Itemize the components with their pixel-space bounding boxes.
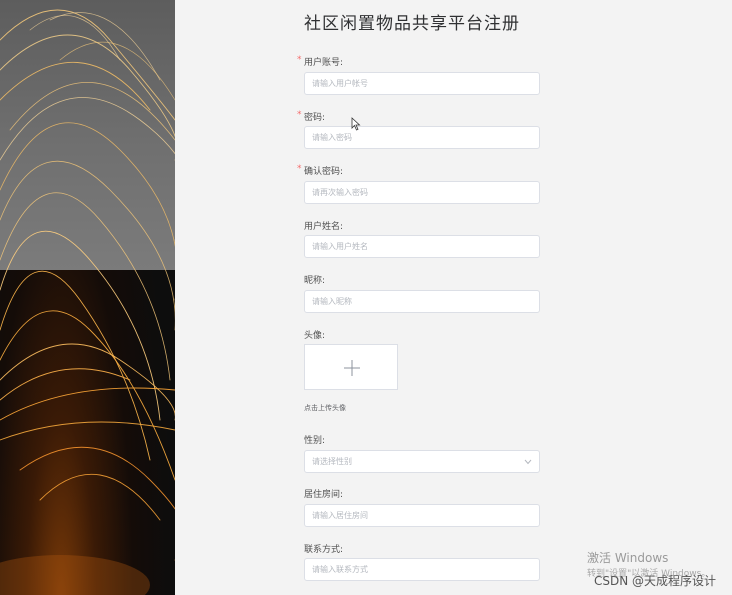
confirm-password-input[interactable]: 请再次输入密码 [304, 181, 540, 204]
page-title: 社区闲置物品共享平台注册 [304, 14, 520, 34]
background-photo-sparks [0, 0, 175, 595]
avatar-upload-button[interactable] [304, 344, 398, 390]
required-mark: * [297, 164, 302, 174]
password-label: 密码: [304, 113, 326, 123]
contact-input[interactable]: 请输入联系方式 [304, 558, 540, 581]
room-label: 居住房间: [304, 490, 344, 500]
chevron-down-icon [524, 459, 532, 465]
room-placeholder: 请输入居住房间 [312, 511, 368, 520]
account-input[interactable]: 请输入用户帐号 [304, 72, 540, 95]
room-input[interactable]: 请输入居住房间 [304, 504, 540, 527]
avatar-label: 头像: [304, 331, 326, 341]
required-mark: * [297, 55, 302, 65]
gender-select[interactable]: 请选择性别 [304, 450, 540, 473]
spark-trails [0, 9, 175, 595]
nickname-input[interactable]: 请输入昵称 [304, 290, 540, 313]
nickname-placeholder: 请输入昵称 [312, 297, 352, 306]
gender-placeholder: 请选择性别 [312, 457, 352, 466]
mouse-pointer-icon [351, 117, 361, 131]
required-mark: * [297, 110, 302, 120]
windows-activation-watermark: 激活 Windows [587, 551, 669, 565]
real-name-placeholder: 请输入用户姓名 [312, 242, 368, 251]
plus-icon [344, 360, 360, 376]
real-name-input[interactable]: 请输入用户姓名 [304, 235, 540, 258]
confirm-password-label: 确认密码: [304, 167, 344, 177]
account-label: 用户账号: [304, 58, 344, 68]
password-input[interactable]: 请输入密码 [304, 126, 540, 149]
confirm-password-placeholder: 请再次输入密码 [312, 188, 368, 197]
avatar-upload-hint: 点击上传头像 [304, 404, 346, 412]
password-placeholder: 请输入密码 [312, 133, 352, 142]
contact-label: 联系方式: [304, 545, 344, 555]
account-placeholder: 请输入用户帐号 [312, 79, 368, 88]
nickname-label: 昵称: [304, 276, 326, 286]
real-name-label: 用户姓名: [304, 222, 344, 232]
gender-label: 性别: [304, 436, 326, 446]
contact-placeholder: 请输入联系方式 [312, 565, 368, 574]
csdn-credit-watermark: CSDN @天成程序设计 [594, 574, 717, 588]
